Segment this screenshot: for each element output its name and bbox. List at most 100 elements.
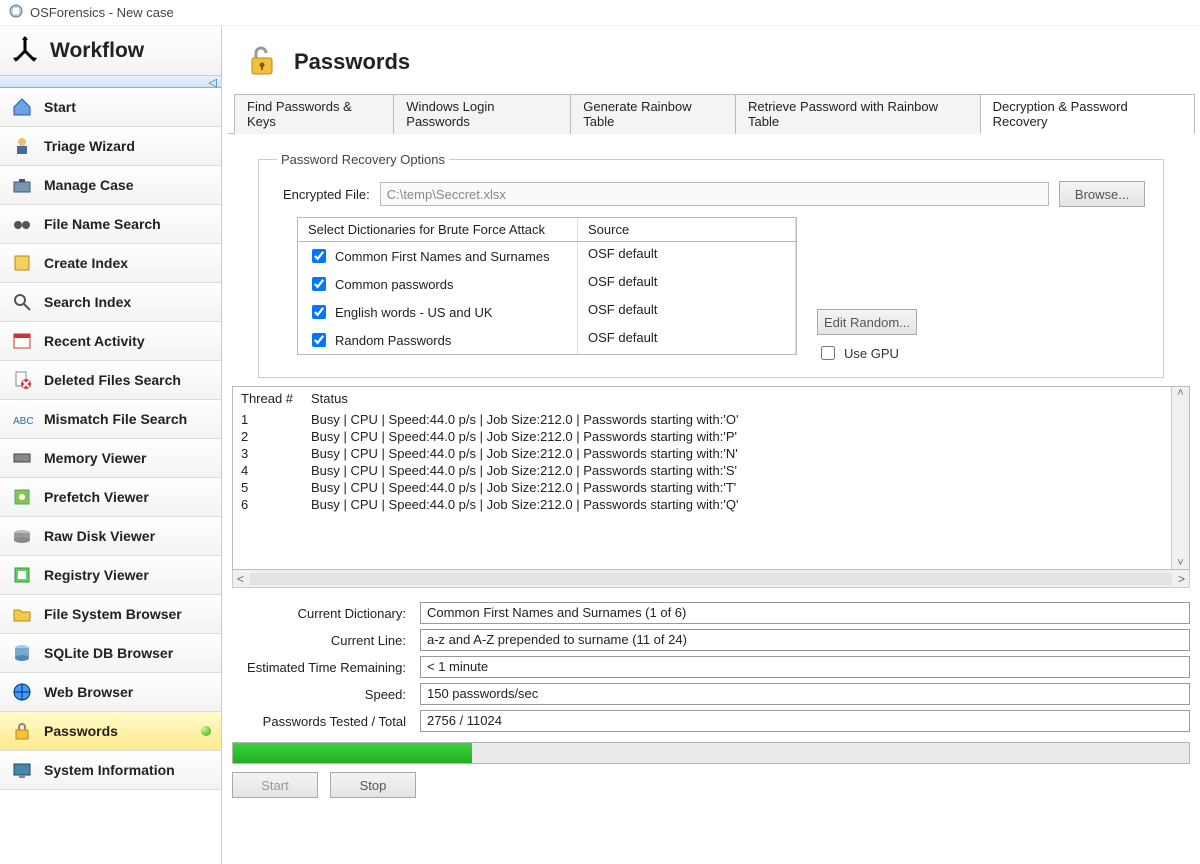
thread-row[interactable]: 2Busy | CPU | Speed:44.0 p/s | Job Size:… bbox=[233, 428, 1171, 445]
thread-row[interactable]: 4Busy | CPU | Speed:44.0 p/s | Job Size:… bbox=[233, 462, 1171, 479]
sidebar-item-sqlite-db-browser[interactable]: SQLite DB Browser bbox=[0, 634, 221, 673]
thread-status: Busy | CPU | Speed:44.0 p/s | Job Size:2… bbox=[311, 429, 1163, 444]
dict-name: Common First Names and Surnames bbox=[335, 249, 550, 264]
stat-value-speed: 150 passwords/sec bbox=[420, 683, 1190, 705]
dict-checkbox[interactable] bbox=[312, 333, 326, 347]
web-icon bbox=[10, 680, 34, 704]
stat-label-speed: Speed: bbox=[232, 687, 412, 702]
dictionary-table[interactable]: Select Dictionaries for Brute Force Atta… bbox=[297, 217, 797, 355]
edit-random-button[interactable]: Edit Random... bbox=[817, 309, 917, 335]
sidebar-item-web-browser[interactable]: Web Browser bbox=[0, 673, 221, 712]
progress-fill bbox=[233, 743, 472, 763]
dict-checkbox[interactable] bbox=[312, 249, 326, 263]
workflow-icon bbox=[10, 34, 40, 67]
stop-button[interactable]: Stop bbox=[330, 772, 416, 798]
tab-generate-rainbow-table[interactable]: Generate Rainbow Table bbox=[570, 94, 736, 134]
sidebar-item-create-index[interactable]: Create Index bbox=[0, 244, 221, 283]
dict-row[interactable]: Random PasswordsOSF default bbox=[298, 326, 796, 354]
thread-header-status: Status bbox=[311, 391, 1163, 406]
dict-row[interactable]: English words - US and UKOSF default bbox=[298, 298, 796, 326]
sidebar-item-file-system-browser[interactable]: File System Browser bbox=[0, 595, 221, 634]
thread-list[interactable]: Thread # Status 1Busy | CPU | Speed:44.0… bbox=[232, 386, 1190, 570]
start-button[interactable]: Start bbox=[232, 772, 318, 798]
thread-header-num: Thread # bbox=[241, 391, 311, 406]
sidebar-item-mismatch-file-search[interactable]: ABC Mismatch File Search bbox=[0, 400, 221, 439]
scroll-track[interactable] bbox=[250, 573, 1172, 585]
sidebar-item-system-information[interactable]: System Information bbox=[0, 751, 221, 790]
app-icon bbox=[8, 3, 30, 22]
sidebar-item-registry-viewer[interactable]: Registry Viewer bbox=[0, 556, 221, 595]
briefcase-icon bbox=[10, 173, 34, 197]
use-gpu-input[interactable] bbox=[821, 346, 835, 360]
tab-decryption-password-recovery[interactable]: Decryption & Password Recovery bbox=[980, 94, 1195, 134]
thread-status: Busy | CPU | Speed:44.0 p/s | Job Size:2… bbox=[311, 412, 1163, 427]
tab-strip: Find Passwords & KeysWindows Login Passw… bbox=[228, 93, 1194, 134]
dict-header-source: Source bbox=[578, 218, 796, 241]
workflow-title: Workflow bbox=[50, 39, 144, 63]
padlock-icon bbox=[244, 42, 280, 81]
encrypted-file-input[interactable] bbox=[380, 182, 1049, 206]
dict-row[interactable]: Common First Names and Surnames OSF defau… bbox=[298, 242, 796, 270]
tab-retrieve-password-with-rainbow-table[interactable]: Retrieve Password with Rainbow Table bbox=[735, 94, 981, 134]
sidebar-item-label: Prefetch Viewer bbox=[44, 489, 149, 505]
page-title: Passwords bbox=[294, 49, 410, 75]
scroll-up-icon[interactable]: ˄ bbox=[1177, 387, 1183, 399]
sidebar-item-label: Mismatch File Search bbox=[44, 411, 187, 427]
sidebar-item-raw-disk-viewer[interactable]: Raw Disk Viewer bbox=[0, 517, 221, 556]
sidebar-item-start[interactable]: Start bbox=[0, 88, 221, 127]
disk-icon bbox=[10, 524, 34, 548]
sidebar-item-label: Memory Viewer bbox=[44, 450, 146, 466]
lock-icon bbox=[10, 719, 34, 743]
main-panel: Passwords Find Passwords & KeysWindows L… bbox=[222, 26, 1200, 864]
sidebar-item-triage-wizard[interactable]: Triage Wizard bbox=[0, 127, 221, 166]
tab-content: Password Recovery Options Encrypted File… bbox=[222, 134, 1200, 864]
thread-num: 2 bbox=[241, 429, 311, 444]
scroll-right-icon[interactable]: > bbox=[1178, 572, 1185, 586]
thread-num: 4 bbox=[241, 463, 311, 478]
dict-checkbox[interactable] bbox=[312, 305, 326, 319]
prefetch-icon bbox=[10, 485, 34, 509]
use-gpu-checkbox[interactable]: Use GPU bbox=[817, 343, 917, 363]
dict-source: OSF default bbox=[578, 270, 796, 298]
dict-header-name: Select Dictionaries for Brute Force Atta… bbox=[298, 218, 578, 241]
sysinfo-icon bbox=[10, 758, 34, 782]
mismatch-icon: ABC bbox=[10, 407, 34, 431]
scroll-down-icon[interactable]: ˅ bbox=[1177, 557, 1183, 569]
dict-source: OSF default bbox=[578, 326, 796, 354]
dict-source: OSF default bbox=[578, 242, 796, 270]
thread-row[interactable]: 3Busy | CPU | Speed:44.0 p/s | Job Size:… bbox=[233, 445, 1171, 462]
stats-panel: Current Dictionary: Common First Names a… bbox=[232, 602, 1190, 732]
thread-row[interactable]: 5Busy | CPU | Speed:44.0 p/s | Job Size:… bbox=[233, 479, 1171, 496]
sidebar-item-prefetch-viewer[interactable]: Prefetch Viewer bbox=[0, 478, 221, 517]
sidebar-item-memory-viewer[interactable]: Memory Viewer bbox=[0, 439, 221, 478]
thread-status: Busy | CPU | Speed:44.0 p/s | Job Size:2… bbox=[311, 497, 1163, 512]
tab-find-passwords-keys[interactable]: Find Passwords & Keys bbox=[234, 94, 394, 134]
index-icon bbox=[10, 251, 34, 275]
sidebar-item-file-name-search[interactable]: File Name Search bbox=[0, 205, 221, 244]
thread-status: Busy | CPU | Speed:44.0 p/s | Job Size:2… bbox=[311, 463, 1163, 478]
tab-windows-login-passwords[interactable]: Windows Login Passwords bbox=[393, 94, 571, 134]
nav-list: StartTriage WizardManage CaseFile Name S… bbox=[0, 88, 221, 790]
sidebar-item-label: Web Browser bbox=[44, 684, 133, 700]
sidebar-item-deleted-files-search[interactable]: Deleted Files Search bbox=[0, 361, 221, 400]
window-titlebar: OSForensics - New case bbox=[0, 0, 1200, 26]
sidebar-item-recent-activity[interactable]: Recent Activity bbox=[0, 322, 221, 361]
sidebar-item-passwords[interactable]: Passwords bbox=[0, 712, 221, 751]
browse-button[interactable]: Browse... bbox=[1059, 181, 1145, 207]
sidebar-item-manage-case[interactable]: Manage Case bbox=[0, 166, 221, 205]
database-icon bbox=[10, 641, 34, 665]
sidebar: Workflow ◁ StartTriage WizardManage Case… bbox=[0, 26, 222, 864]
thread-row[interactable]: 6Busy | CPU | Speed:44.0 p/s | Job Size:… bbox=[233, 496, 1171, 513]
dict-checkbox[interactable] bbox=[312, 277, 326, 291]
horizontal-scrollbar[interactable]: < > bbox=[232, 570, 1190, 588]
sidebar-item-search-index[interactable]: Search Index bbox=[0, 283, 221, 322]
scroll-left-icon[interactable]: < bbox=[237, 572, 244, 586]
dict-row[interactable]: Common passwordsOSF default bbox=[298, 270, 796, 298]
stat-value-current-line: a-z and A-Z prepended to surname (11 of … bbox=[420, 629, 1190, 651]
sidebar-collapse[interactable]: ◁ bbox=[0, 76, 221, 88]
chevron-left-icon: ◁ bbox=[209, 76, 217, 89]
thread-num: 1 bbox=[241, 412, 311, 427]
vertical-scrollbar[interactable]: ˄ ˅ bbox=[1171, 387, 1189, 569]
thread-num: 6 bbox=[241, 497, 311, 512]
thread-row[interactable]: 1Busy | CPU | Speed:44.0 p/s | Job Size:… bbox=[233, 411, 1171, 428]
